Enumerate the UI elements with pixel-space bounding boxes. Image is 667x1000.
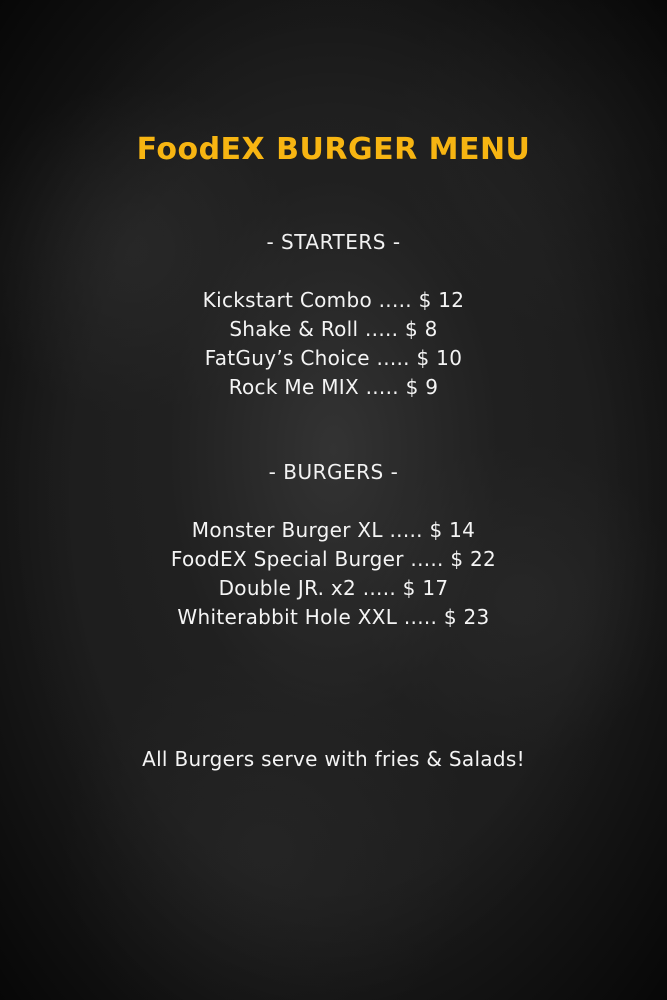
starters-list: Kickstart Combo ..... $ 12 Shake & Roll … <box>0 286 667 402</box>
menu-item: FatGuy’s Choice ..... $ 10 <box>204 346 463 370</box>
section-heading-burgers: - BURGERS - <box>268 460 399 484</box>
menu-title: FoodEX BURGER MENU <box>136 132 531 167</box>
menu-item: Kickstart Combo ..... $ 12 <box>202 288 465 312</box>
menu-item: Whiterabbit Hole XXL ..... $ 23 <box>177 605 490 629</box>
menu-item: FoodEX Special Burger ..... $ 22 <box>170 547 497 571</box>
section-heading-starters: - STARTERS - <box>266 230 401 254</box>
chalkboard-menu: FoodEX BURGER MENU - STARTERS - Kickstar… <box>0 0 667 1000</box>
footer-note: All Burgers serve with fries & Salads! <box>142 747 525 771</box>
menu-item: Double JR. x2 ..... $ 17 <box>218 576 449 600</box>
burgers-list: Monster Burger XL ..... $ 14 FoodEX Spec… <box>0 516 667 632</box>
menu-item: Shake & Roll ..... $ 8 <box>229 317 438 341</box>
menu-item: Monster Burger XL ..... $ 14 <box>191 518 476 542</box>
menu-item: Rock Me MIX ..... $ 9 <box>228 375 439 399</box>
